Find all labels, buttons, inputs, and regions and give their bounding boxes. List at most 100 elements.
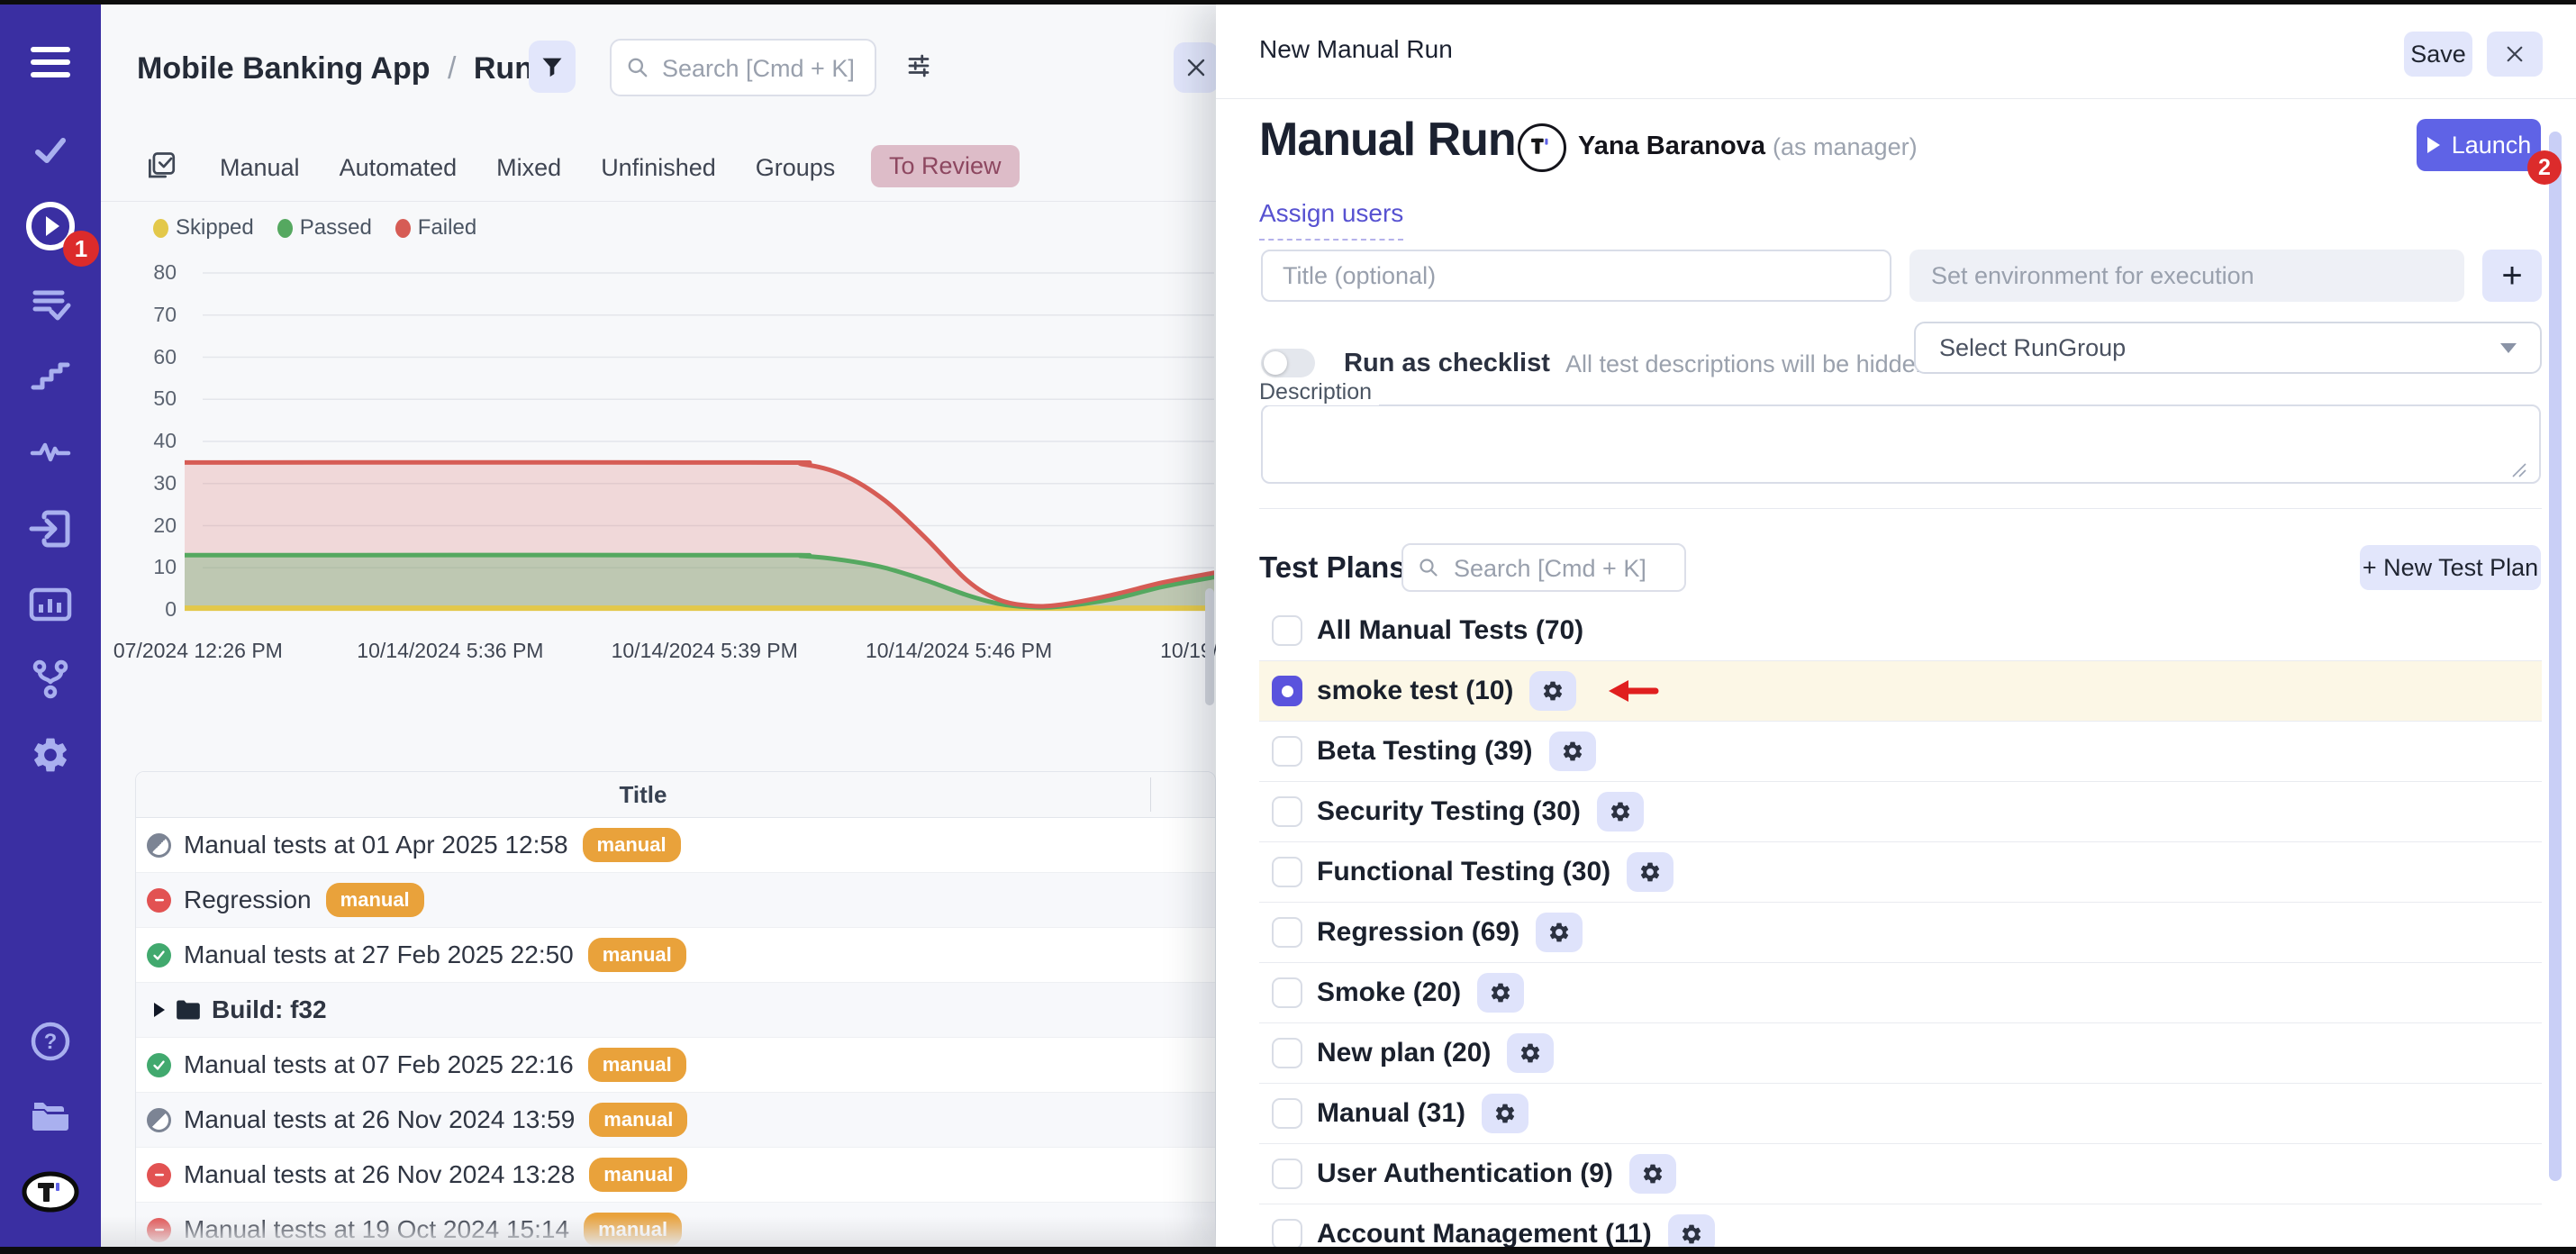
plan-settings-button[interactable] bbox=[1668, 1214, 1715, 1247]
title-column-header[interactable]: Title bbox=[136, 772, 1150, 817]
checkbox-unchecked[interactable] bbox=[1272, 917, 1302, 948]
plan-settings-button[interactable] bbox=[1549, 732, 1596, 771]
sidebar-help-icon[interactable]: ? bbox=[0, 1018, 101, 1065]
adjustments-icon[interactable] bbox=[905, 51, 932, 80]
checkbox-unchecked[interactable] bbox=[1272, 1159, 1302, 1189]
test-plan-row[interactable]: smoke test (10) bbox=[1259, 661, 2542, 722]
menu-icon[interactable] bbox=[0, 39, 101, 86]
sidebar-reports-icon[interactable] bbox=[0, 581, 101, 628]
test-plan-row[interactable]: Manual (31) bbox=[1259, 1084, 2542, 1144]
sidebar-settings-icon[interactable] bbox=[0, 732, 101, 778]
test-plan-row[interactable]: Functional Testing (30) bbox=[1259, 842, 2542, 903]
run-title[interactable]: Manual tests at 26 Nov 2024 13:59 bbox=[184, 1105, 575, 1134]
plan-settings-button[interactable] bbox=[1536, 913, 1583, 952]
tab-groups[interactable]: Groups bbox=[756, 154, 836, 182]
tab-to-review[interactable]: To Review bbox=[871, 145, 1020, 187]
sidebar-logo[interactable] bbox=[0, 1168, 101, 1215]
runs-panel-scrollbar[interactable] bbox=[1205, 588, 1214, 705]
plan-settings-button[interactable] bbox=[1477, 973, 1524, 1013]
test-plan-label[interactable]: Security Testing (30) bbox=[1317, 796, 1581, 827]
test-plan-label[interactable]: Manual (31) bbox=[1317, 1098, 1465, 1129]
expand-caret-icon[interactable] bbox=[154, 1003, 165, 1017]
test-plans-search-input[interactable] bbox=[1452, 545, 1683, 592]
tab-mixed[interactable]: Mixed bbox=[496, 154, 561, 182]
select-all-icon[interactable] bbox=[144, 150, 180, 186]
tab-unfinished[interactable]: Unfinished bbox=[601, 154, 716, 182]
sidebar-checklist-icon[interactable] bbox=[0, 280, 101, 327]
plan-settings-button[interactable] bbox=[1529, 671, 1576, 711]
sidebar-projects-icon[interactable] bbox=[0, 1093, 101, 1140]
checkbox-unchecked[interactable] bbox=[1272, 615, 1302, 646]
run-title[interactable]: Manual tests at 01 Apr 2025 12:58 bbox=[184, 831, 568, 859]
run-as-checklist-toggle[interactable] bbox=[1261, 349, 1315, 377]
run-title[interactable]: Build: f32 bbox=[212, 995, 327, 1024]
save-button[interactable]: Save bbox=[2404, 32, 2472, 77]
run-row[interactable]: Manual tests at 07 Feb 2025 22:16manual bbox=[136, 1038, 1215, 1093]
test-plan-label[interactable]: Smoke (20) bbox=[1317, 977, 1461, 1008]
test-plan-row[interactable]: Regression (69) bbox=[1259, 903, 2542, 963]
checkbox-checked[interactable] bbox=[1272, 676, 1302, 706]
run-title[interactable]: Manual tests at 27 Feb 2025 22:50 bbox=[184, 940, 574, 969]
checkbox-unchecked[interactable] bbox=[1272, 1098, 1302, 1129]
sidebar-tests-icon[interactable] bbox=[0, 127, 101, 174]
checkbox-unchecked[interactable] bbox=[1272, 1038, 1302, 1068]
run-title-input[interactable] bbox=[1261, 250, 1891, 302]
drawer-close-button[interactable] bbox=[2487, 32, 2543, 77]
sidebar-steps-icon[interactable] bbox=[0, 354, 101, 401]
test-plan-row[interactable]: Smoke (20) bbox=[1259, 963, 2542, 1023]
test-plan-label[interactable]: Regression (69) bbox=[1317, 917, 1519, 948]
checkbox-unchecked[interactable] bbox=[1272, 1219, 1302, 1247]
plan-settings-button[interactable] bbox=[1629, 1154, 1676, 1194]
checkbox-unchecked[interactable] bbox=[1272, 857, 1302, 887]
plan-settings-button[interactable] bbox=[1507, 1033, 1554, 1073]
run-row[interactable]: Manual tests at 26 Nov 2024 13:28manual bbox=[136, 1148, 1215, 1203]
rungroup-select[interactable]: Select RunGroup bbox=[1914, 322, 2542, 374]
run-row[interactable]: Manual tests at 19 Oct 2024 15:14manual bbox=[136, 1203, 1215, 1247]
run-title[interactable]: Manual tests at 19 Oct 2024 15:14 bbox=[184, 1215, 569, 1244]
test-plan-row[interactable]: All Manual Tests (70) bbox=[1259, 601, 2542, 661]
test-plan-label[interactable]: smoke test (10) bbox=[1317, 676, 1513, 706]
run-row[interactable]: Manual tests at 01 Apr 2025 12:58manual bbox=[136, 818, 1215, 873]
runs-panel-close-button[interactable] bbox=[1174, 42, 1216, 93]
drawer-scrollbar[interactable] bbox=[2549, 132, 2562, 1181]
launch-button[interactable]: Launch bbox=[2417, 119, 2541, 171]
new-test-plan-button[interactable]: + New Test Plan bbox=[2360, 545, 2541, 590]
environment-input[interactable] bbox=[1909, 250, 2464, 302]
test-plan-row[interactable]: Beta Testing (39) bbox=[1259, 722, 2542, 782]
run-row[interactable]: Manual tests at 26 Nov 2024 13:59manual bbox=[136, 1093, 1215, 1148]
plan-settings-button[interactable] bbox=[1627, 852, 1673, 892]
runs-search-input[interactable] bbox=[660, 41, 873, 96]
test-plan-label[interactable]: All Manual Tests (70) bbox=[1317, 615, 1583, 646]
test-plan-label[interactable]: New plan (20) bbox=[1317, 1038, 1491, 1068]
description-textarea[interactable] bbox=[1261, 404, 2541, 484]
tab-automated[interactable]: Automated bbox=[340, 154, 458, 182]
checkbox-unchecked[interactable] bbox=[1272, 977, 1302, 1008]
checkbox-unchecked[interactable] bbox=[1272, 736, 1302, 767]
resize-grip-icon[interactable] bbox=[2511, 462, 2527, 478]
test-plan-label[interactable]: Account Management (11) bbox=[1317, 1219, 1652, 1247]
test-plan-row[interactable]: Account Management (11) bbox=[1259, 1204, 2542, 1247]
tab-manual[interactable]: Manual bbox=[220, 154, 300, 182]
assign-users-link[interactable]: Assign users bbox=[1259, 199, 1403, 241]
run-row[interactable]: Manual tests at 27 Feb 2025 22:50manual bbox=[136, 928, 1215, 983]
test-plan-label[interactable]: Beta Testing (39) bbox=[1317, 736, 1533, 767]
run-row[interactable]: Build: f32 bbox=[136, 983, 1215, 1038]
test-plan-row[interactable]: Security Testing (30) bbox=[1259, 782, 2542, 842]
test-plan-label[interactable]: Functional Testing (30) bbox=[1317, 857, 1610, 887]
sidebar-import-icon[interactable] bbox=[0, 505, 101, 552]
run-title[interactable]: Manual tests at 26 Nov 2024 13:28 bbox=[184, 1160, 575, 1189]
filter-button[interactable] bbox=[529, 41, 576, 93]
test-plan-row[interactable]: New plan (20) bbox=[1259, 1023, 2542, 1084]
test-plan-label[interactable]: User Authentication (9) bbox=[1317, 1159, 1613, 1189]
run-title[interactable]: Manual tests at 07 Feb 2025 22:16 bbox=[184, 1050, 574, 1079]
sidebar-activity-icon[interactable] bbox=[0, 428, 101, 475]
add-environment-button[interactable]: + bbox=[2482, 250, 2542, 302]
checkbox-unchecked[interactable] bbox=[1272, 796, 1302, 827]
breadcrumb-project[interactable]: Mobile Banking App bbox=[137, 51, 431, 86]
run-title[interactable]: Regression bbox=[184, 886, 312, 914]
owner-name[interactable]: Yana Baranova bbox=[1578, 132, 1765, 161]
avatar[interactable] bbox=[1518, 123, 1566, 172]
test-plan-row[interactable]: User Authentication (9) bbox=[1259, 1144, 2542, 1204]
plan-settings-button[interactable] bbox=[1597, 792, 1644, 831]
plan-settings-button[interactable] bbox=[1482, 1094, 1528, 1133]
